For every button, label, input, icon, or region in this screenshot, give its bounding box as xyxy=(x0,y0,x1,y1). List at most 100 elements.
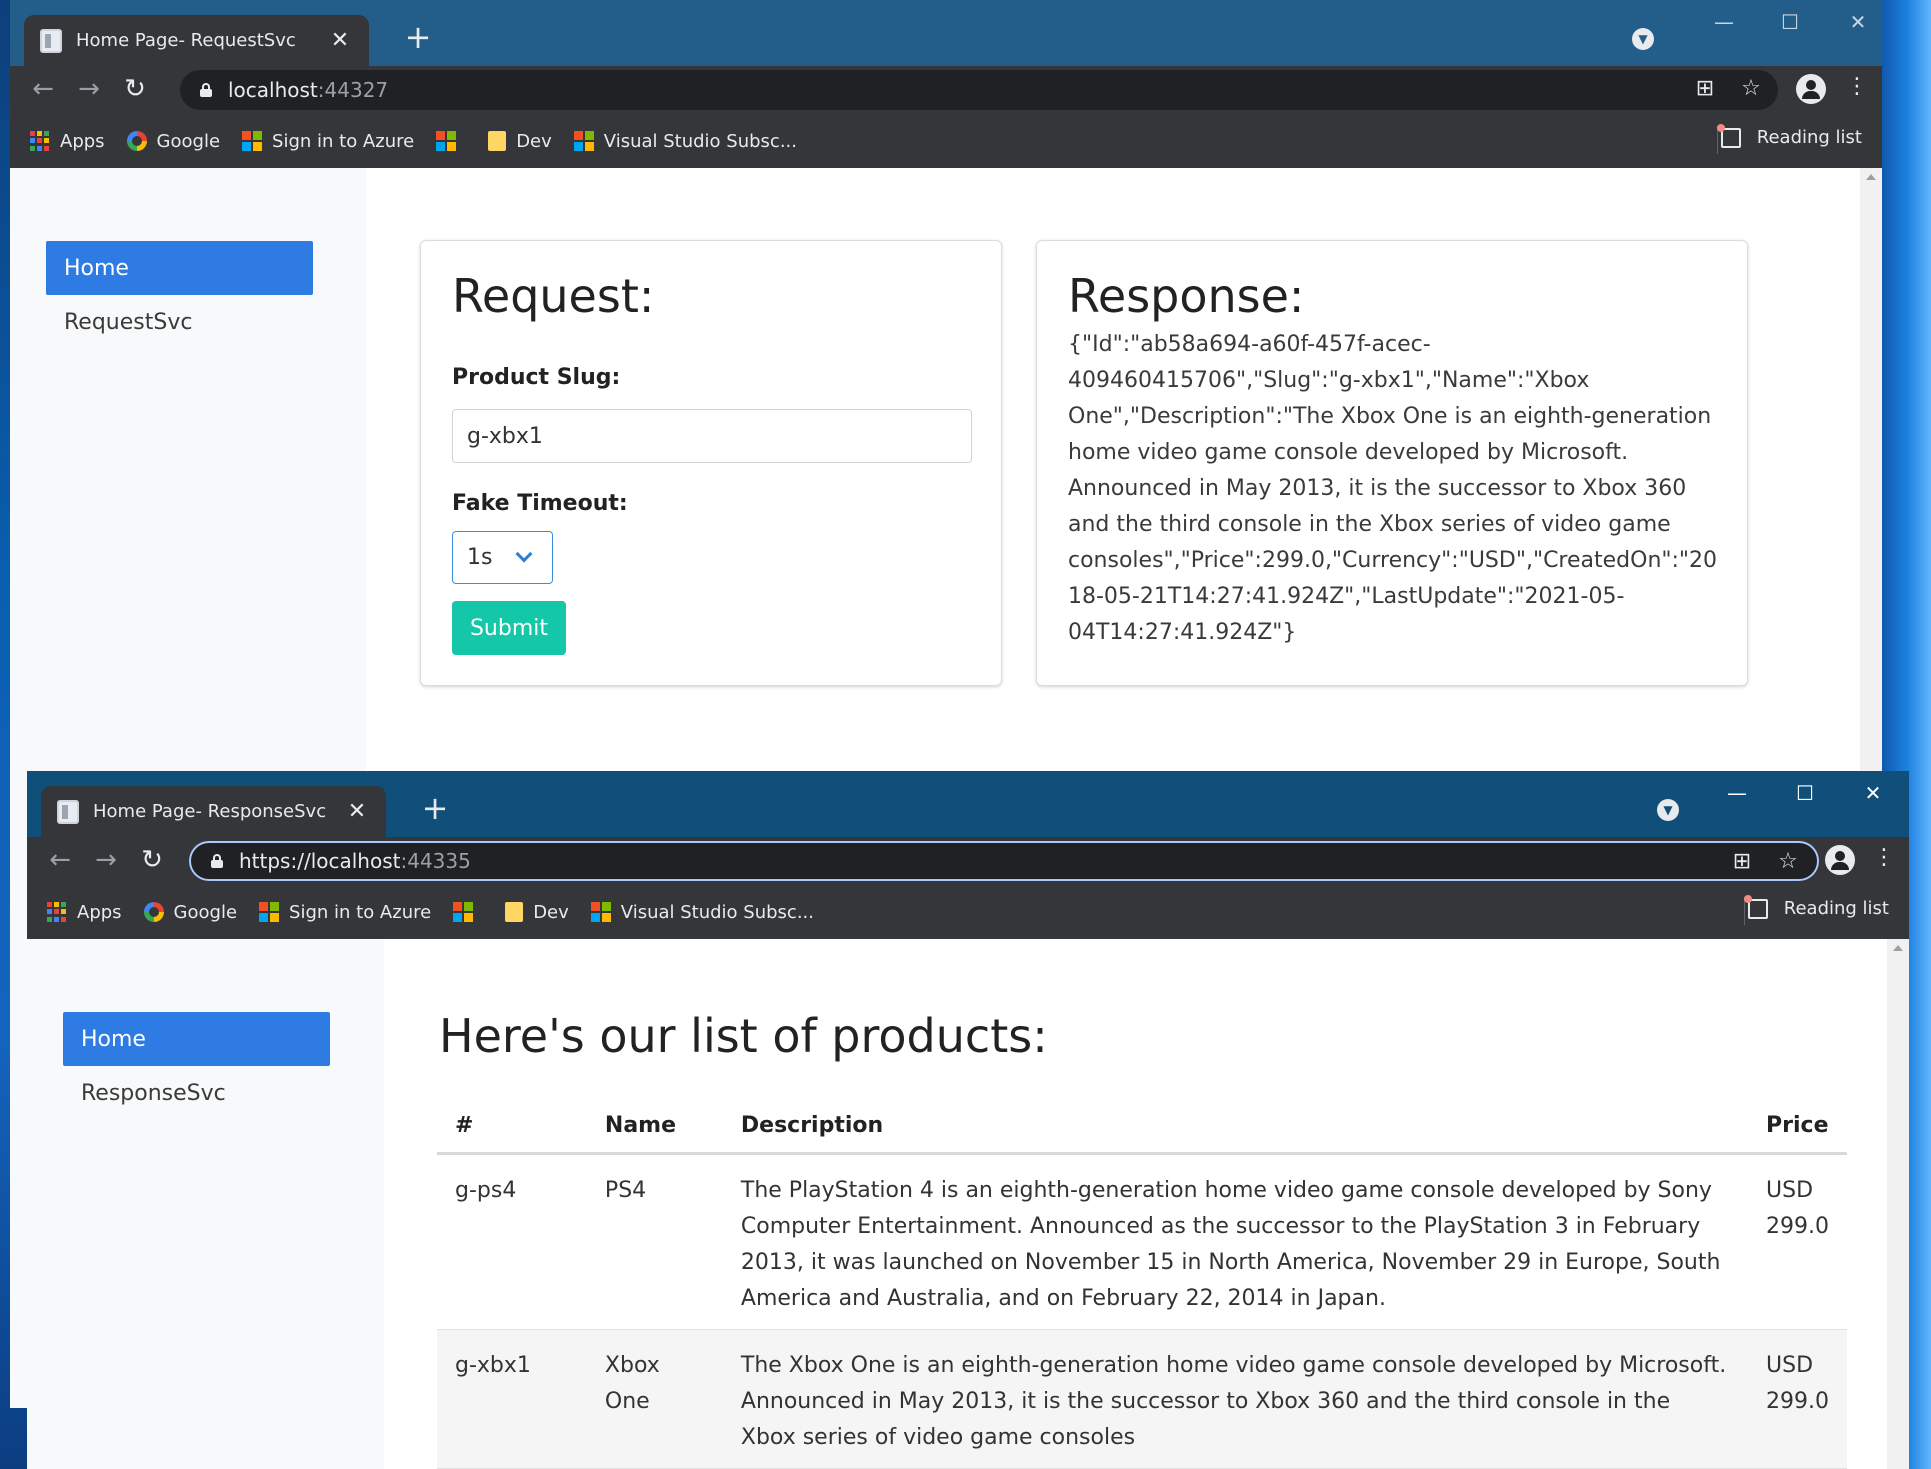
browser-toolbar: ← → ↻ localhost:44327 ⊞ ☆ ⋮ xyxy=(10,66,1882,114)
bookmarks-bar: Apps Google Sign in to Azure Dev Visual … xyxy=(10,114,1882,168)
url-scheme: https:// xyxy=(239,849,311,873)
bookmark-label: Google xyxy=(156,130,221,152)
forward-icon[interactable]: → xyxy=(89,845,123,875)
page-title: Here's our list of products: xyxy=(439,1009,1048,1063)
browser-window-response: Home Page- ResponseSvc ✕ + ▼ — ☐ ✕ ← → ↻… xyxy=(27,771,1909,1469)
folder-icon xyxy=(505,902,524,922)
bookmark-label: Sign in to Azure xyxy=(289,901,432,923)
close-tab-icon[interactable]: ✕ xyxy=(344,799,370,824)
bookmark-vs-subscription[interactable]: Visual Studio Subsc... xyxy=(590,901,814,923)
lock-icon xyxy=(211,854,223,868)
tab-active[interactable]: Home Page- ResponseSvc ✕ xyxy=(41,786,386,837)
reading-list-label: Reading list xyxy=(1783,898,1889,919)
profile-icon[interactable] xyxy=(1796,74,1826,104)
more-menu-icon[interactable]: ⋮ xyxy=(1842,74,1872,99)
bookmark-label: Apps xyxy=(60,130,105,152)
bookmark-star-icon[interactable]: ☆ xyxy=(1773,849,1803,874)
table-row: g-xbx1 Xbox One The Xbox One is an eight… xyxy=(437,1329,1847,1469)
bookmark-label: Apps xyxy=(77,901,122,923)
url-host: localhost xyxy=(228,78,318,102)
reload-icon[interactable]: ↻ xyxy=(135,845,169,875)
bookmark-label: Google xyxy=(173,901,238,923)
microsoft-icon xyxy=(453,902,474,922)
slug-input[interactable]: g-xbx1 xyxy=(452,409,972,463)
bookmark-google[interactable]: Google xyxy=(126,130,221,152)
apps-grid-icon xyxy=(30,131,50,151)
bookmark-label: Dev xyxy=(533,901,569,923)
submit-button[interactable]: Submit xyxy=(452,601,566,655)
bookmark-vs-subscription[interactable]: Visual Studio Subsc... xyxy=(573,131,797,152)
nav-requestsvc[interactable]: RequestSvc xyxy=(64,310,192,335)
back-icon[interactable]: ← xyxy=(43,845,77,875)
scrollbar[interactable] xyxy=(1887,939,1909,1469)
response-card: Response: {"Id":"ab58a694-a60f-457f-acec… xyxy=(1036,240,1748,686)
tab-search-icon[interactable]: ▼ xyxy=(1632,28,1654,50)
table-header-row: # Name Description Price xyxy=(437,1099,1847,1155)
page-icon xyxy=(40,28,62,53)
bookmark-azure[interactable]: Sign in to Azure xyxy=(242,131,414,152)
bookmark-star-icon[interactable]: ☆ xyxy=(1736,76,1766,101)
tab-title: Home Page- RequestSvc xyxy=(76,30,296,51)
microsoft-icon xyxy=(573,131,594,151)
reading-list-button[interactable]: Reading list xyxy=(1743,894,1889,919)
cell-price: USD 299.0 xyxy=(1748,1153,1847,1330)
more-menu-icon[interactable]: ⋮ xyxy=(1869,845,1899,870)
cell-slug: g-ps4 xyxy=(437,1153,587,1330)
maximize-icon[interactable]: ☐ xyxy=(1785,781,1825,805)
bookmark-label: Sign in to Azure xyxy=(272,130,415,152)
bookmark-google[interactable]: Google xyxy=(143,901,238,923)
profile-icon[interactable] xyxy=(1825,845,1855,875)
bookmark-apps[interactable]: Apps xyxy=(47,902,122,923)
column-header: # xyxy=(437,1099,587,1155)
nav-home[interactable]: Home xyxy=(63,1012,330,1066)
cell-description: The PlayStation 4 is an eighth-generatio… xyxy=(722,1153,1749,1330)
reload-icon[interactable]: ↻ xyxy=(118,74,152,104)
app-install-icon[interactable]: ⊞ xyxy=(1690,76,1720,101)
column-header: Price xyxy=(1748,1099,1847,1155)
cell-name: Xbox One xyxy=(586,1329,723,1469)
nav-responsesvc[interactable]: ResponseSvc xyxy=(81,1081,226,1106)
nav-home[interactable]: Home xyxy=(46,241,313,295)
sidebar: Home ResponseSvc xyxy=(27,939,384,1469)
reading-list-label: Reading list xyxy=(1756,127,1862,148)
bookmark-label: Visual Studio Subsc... xyxy=(620,901,814,923)
timeout-select[interactable]: 1s xyxy=(452,531,553,584)
app-install-icon[interactable]: ⊞ xyxy=(1727,849,1757,874)
browser-toolbar: ← → ↻ https://localhost:44335 ⊞ ☆ ⋮ xyxy=(27,837,1909,885)
response-body: {"Id":"ab58a694-a60f-457f-acec-409460415… xyxy=(1068,332,1718,645)
folder-icon xyxy=(488,131,507,151)
title-bar: Home Page- ResponseSvc ✕ + ▼ — ☐ ✕ xyxy=(27,771,1909,837)
new-tab-icon[interactable]: + xyxy=(398,18,438,56)
scroll-up-icon[interactable] xyxy=(1866,174,1876,180)
cell-price: USD 299.0 xyxy=(1748,1329,1847,1469)
bookmark-microsoft[interactable] xyxy=(436,131,466,151)
minimize-icon[interactable]: — xyxy=(1717,781,1757,805)
new-tab-icon[interactable]: + xyxy=(415,789,455,827)
close-window-icon[interactable]: ✕ xyxy=(1853,781,1893,805)
tab-title: Home Page- ResponseSvc xyxy=(93,801,327,822)
reading-list-icon xyxy=(1743,894,1768,919)
address-bar[interactable]: https://localhost:44335 ⊞ ☆ xyxy=(189,841,1819,881)
bookmark-azure[interactable]: Sign in to Azure xyxy=(259,902,431,923)
bookmark-apps[interactable]: Apps xyxy=(30,131,105,152)
slug-label: Product Slug: xyxy=(452,365,621,390)
bookmark-microsoft[interactable] xyxy=(453,902,483,922)
table-row: g-ps4 PS4 The PlayStation 4 is an eighth… xyxy=(437,1153,1847,1330)
url-port: :44335 xyxy=(400,849,471,873)
tab-active[interactable]: Home Page- RequestSvc ✕ xyxy=(24,15,369,66)
minimize-icon[interactable]: — xyxy=(1704,10,1744,34)
bookmark-dev[interactable]: Dev xyxy=(488,131,552,152)
close-tab-icon[interactable]: ✕ xyxy=(327,28,353,53)
close-window-icon[interactable]: ✕ xyxy=(1838,10,1878,34)
back-icon[interactable]: ← xyxy=(26,74,60,104)
tab-search-icon[interactable]: ▼ xyxy=(1657,799,1679,821)
address-bar[interactable]: localhost:44327 ⊞ ☆ xyxy=(180,70,1778,110)
title-bar: Home Page- RequestSvc ✕ + ▼ — ☐ ✕ xyxy=(10,0,1882,66)
request-title: Request: xyxy=(452,269,655,323)
bookmark-dev[interactable]: Dev xyxy=(505,902,569,923)
maximize-icon[interactable]: ☐ xyxy=(1770,10,1810,34)
reading-list-button[interactable]: Reading list xyxy=(1716,123,1862,148)
scroll-up-icon[interactable] xyxy=(1893,945,1903,951)
forward-icon[interactable]: → xyxy=(72,74,106,104)
column-header: Description xyxy=(722,1099,1749,1155)
